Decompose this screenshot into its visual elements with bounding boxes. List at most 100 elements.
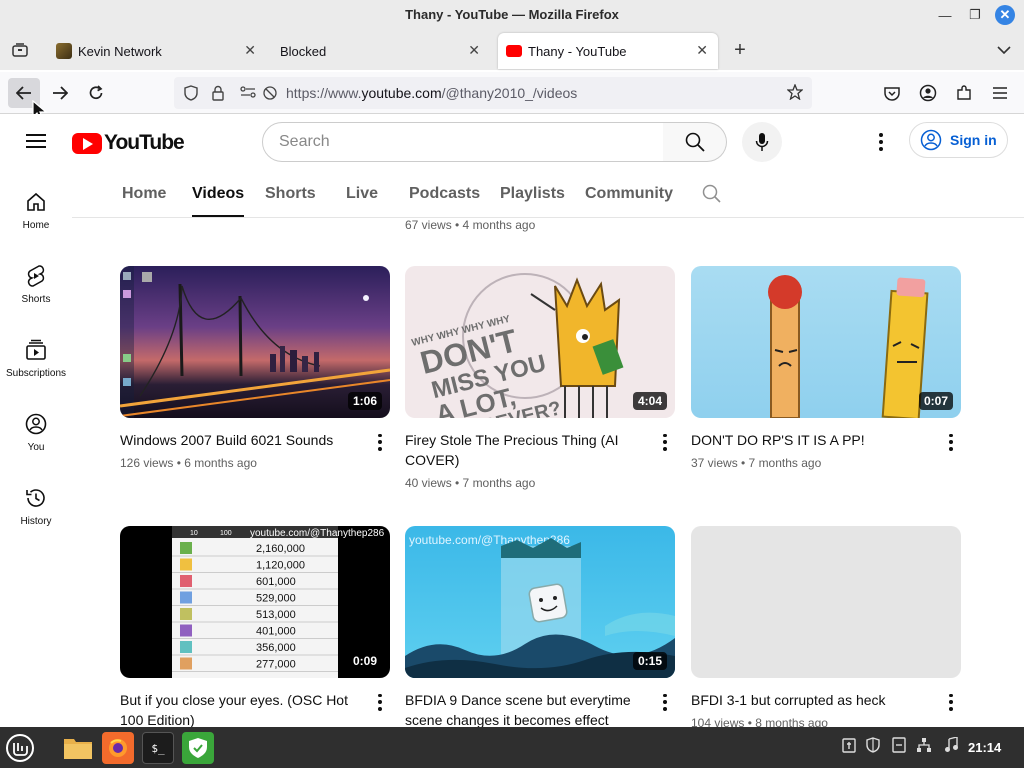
tab-blocked[interactable]: Blocked ✕ — [272, 33, 490, 69]
guide-item-you[interactable]: You — [0, 412, 72, 453]
firefox-icon[interactable] — [102, 732, 134, 764]
maximize-icon[interactable]: ❐ — [965, 5, 985, 25]
video-thumbnail[interactable]: WHY WHY WHY WHY DON'T MISS YOU A LOT, FO… — [405, 266, 675, 418]
list-all-tabs-icon[interactable] — [992, 38, 1016, 62]
video-card[interactable]: 1:06 Windows 2007 Build 6021 Sounds 126 … — [120, 266, 390, 470]
leaderboard-value: 601,000 — [256, 576, 296, 588]
video-title[interactable]: BFDI 3-1 but corrupted as heck — [691, 690, 931, 710]
video-menu-icon[interactable] — [661, 432, 669, 452]
video-thumbnail[interactable]: 10 100 youtube.com/@Thanythep286 2,160,0… — [120, 526, 390, 678]
security-shield-icon[interactable] — [866, 737, 880, 756]
video-menu-icon[interactable] — [661, 692, 669, 712]
pocket-icon[interactable] — [876, 78, 908, 108]
account-icon[interactable] — [912, 78, 944, 108]
clock[interactable]: 21:14 — [968, 740, 1001, 755]
video-card[interactable]: 10 100 youtube.com/@Thanythep286 2,160,0… — [120, 526, 390, 736]
video-menu-icon[interactable] — [947, 432, 955, 452]
leaderboard-value: 401,000 — [256, 626, 296, 638]
window-titlebar: Thany - YouTube — Mozilla Firefox — ❐ ✕ — [0, 0, 1024, 30]
guide-item-subscriptions[interactable]: Subscriptions — [0, 338, 72, 379]
video-thumbnail[interactable] — [691, 526, 961, 678]
new-tab-icon[interactable]: + — [728, 38, 752, 62]
settings-more-icon[interactable] — [872, 130, 890, 154]
network-icon[interactable] — [916, 737, 932, 756]
kevin-network-favicon — [56, 43, 72, 59]
close-tab-icon[interactable]: ✕ — [244, 42, 256, 59]
video-duration: 4:04 — [632, 392, 667, 410]
guide-label: Home — [22, 220, 50, 231]
tracking-protection-icon[interactable] — [184, 85, 198, 104]
reload-button[interactable] — [80, 78, 112, 108]
video-card[interactable]: youtube.com/@Thanythep286 0:15 BFDIA 9 D… — [405, 526, 675, 736]
mint-menu-icon[interactable] — [4, 732, 36, 764]
guide-item-shorts[interactable]: Shorts — [0, 264, 72, 305]
channel-search-icon[interactable] — [702, 184, 722, 209]
video-card[interactable]: WHY WHY WHY WHY DON'T MISS YOU A LOT, FO… — [405, 266, 675, 490]
forward-button[interactable] — [44, 78, 76, 108]
video-title[interactable]: BFDIA 9 Dance scene but everytime scene … — [405, 690, 645, 730]
leaderboard-value: 529,000 — [256, 593, 296, 605]
terminal-icon[interactable]: $_ — [142, 732, 174, 764]
guide-label: History — [20, 516, 52, 527]
youtube-play-icon — [72, 132, 102, 154]
search-button[interactable] — [663, 122, 727, 162]
app-menu-icon[interactable] — [984, 78, 1016, 108]
youtube-logo[interactable]: YouTube — [72, 131, 185, 155]
video-title[interactable]: Firey Stole The Precious Thing (AI COVER… — [405, 430, 645, 470]
video-menu-icon[interactable] — [376, 432, 384, 452]
bookmark-star-icon[interactable] — [786, 83, 804, 103]
tab-home[interactable]: Home — [122, 185, 166, 203]
tab-live[interactable]: Live — [346, 185, 378, 203]
video-thumbnail[interactable]: 0:07 — [691, 266, 961, 418]
tab-community[interactable]: Community — [585, 185, 673, 203]
search-input[interactable]: Search — [262, 122, 664, 162]
video-menu-icon[interactable] — [376, 692, 384, 712]
tab-videos[interactable]: Videos — [192, 185, 245, 217]
camera-blocked-icon[interactable] — [262, 85, 278, 104]
clipboard-icon[interactable] — [842, 737, 856, 756]
url-bar[interactable]: https://www.youtube.com/@thany2010_/vide… — [174, 77, 812, 109]
tab-overview-icon[interactable] — [8, 40, 32, 60]
guide-label: You — [27, 442, 45, 453]
taskbar: $_ 21:14 — [0, 727, 1024, 768]
shield-app-icon[interactable] — [182, 732, 214, 764]
leaderboard-avatar — [180, 657, 192, 670]
channel-tabs: Home Videos Shorts Live Podcasts Playlis… — [72, 170, 1024, 218]
update-manager-icon[interactable] — [892, 737, 906, 756]
guide-menu-icon[interactable] — [26, 134, 46, 148]
permissions-icon[interactable] — [240, 85, 256, 101]
guide-item-history[interactable]: History — [0, 486, 72, 527]
video-title[interactable]: But if you close your eyes. (OSC Hot 100… — [120, 690, 360, 730]
guide-item-home[interactable]: Home — [0, 190, 72, 231]
tab-kevin-network[interactable]: Kevin Network ✕ — [48, 33, 266, 69]
extensions-icon[interactable] — [948, 78, 980, 108]
close-icon[interactable]: ✕ — [995, 5, 1015, 25]
leaderboard-avatar — [180, 591, 192, 604]
url-text[interactable]: https://www.youtube.com/@thany2010_/vide… — [286, 85, 577, 101]
tab-podcasts[interactable]: Podcasts — [409, 185, 480, 203]
close-tab-icon[interactable]: ✕ — [468, 42, 480, 59]
video-title[interactable]: Windows 2007 Build 6021 Sounds — [120, 430, 360, 450]
sound-icon[interactable] — [944, 736, 958, 756]
video-meta: 126 views • 6 months ago — [120, 456, 257, 470]
video-thumbnail[interactable]: 1:06 — [120, 266, 390, 418]
shorts-icon — [0, 264, 72, 288]
sign-in-button[interactable]: Sign in — [909, 122, 1008, 158]
files-icon[interactable] — [62, 732, 94, 764]
leaderboard-avatar — [180, 575, 192, 587]
guide-label: Shorts — [21, 294, 51, 305]
video-card[interactable]: 0:07 DON'T DO RP'S IT IS A PP! 37 views … — [691, 266, 961, 470]
history-icon — [0, 486, 72, 510]
video-menu-icon[interactable] — [947, 692, 955, 712]
tab-playlists[interactable]: Playlists — [500, 185, 565, 203]
lock-icon[interactable] — [212, 85, 224, 104]
tab-thany-youtube[interactable]: Thany - YouTube ✕ — [498, 33, 718, 69]
video-card[interactable]: BFDI 3-1 but corrupted as heck 104 views… — [691, 526, 961, 730]
video-thumbnail[interactable]: youtube.com/@Thanythep286 0:15 — [405, 526, 675, 678]
close-tab-icon[interactable]: ✕ — [696, 42, 708, 59]
video-title[interactable]: DON'T DO RP'S IT IS A PP! — [691, 430, 931, 450]
minimize-icon[interactable]: — — [935, 5, 955, 25]
tab-label: Blocked — [280, 43, 327, 59]
tab-shorts[interactable]: Shorts — [265, 185, 316, 203]
voice-search-button[interactable] — [742, 122, 782, 162]
